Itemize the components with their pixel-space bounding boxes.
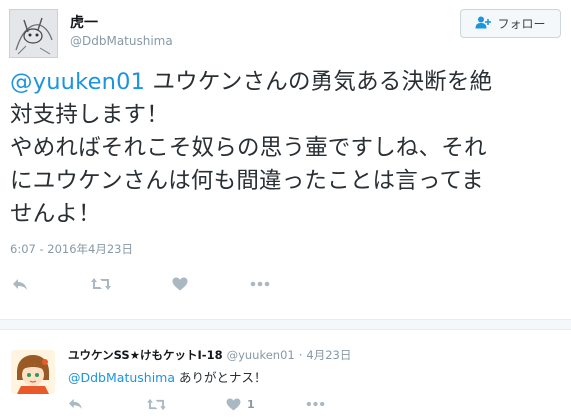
- reply-icon: [68, 398, 82, 410]
- mention-link[interactable]: @yuuken01: [10, 69, 145, 95]
- reply-more-button[interactable]: [304, 397, 326, 411]
- reply-reply-button[interactable]: [66, 397, 84, 411]
- like-button[interactable]: [171, 276, 189, 292]
- follow-button-label: フォロー: [497, 17, 546, 31]
- like-icon: [172, 277, 188, 291]
- reply-separator: ·: [298, 348, 303, 362]
- author-avatar[interactable]: [9, 9, 58, 58]
- reply-author-line: ユウケンSS★けもケットI-18 @yuuken01 · 4月23日: [68, 347, 351, 363]
- retweet-icon: [146, 398, 166, 410]
- like-count: 1: [247, 397, 255, 411]
- add-user-icon: [475, 16, 492, 32]
- reply-date[interactable]: 4月23日: [306, 348, 351, 362]
- reply-display-name[interactable]: ユウケンSS★けもケットI-18: [68, 348, 223, 362]
- reply-like-button[interactable]: 1: [226, 397, 266, 411]
- retweet-icon: [91, 278, 111, 290]
- reply-icon: [13, 278, 27, 290]
- tweet-timestamp[interactable]: 6:07 - 2016年4月23日: [10, 241, 133, 257]
- author-handle[interactable]: @DdbMatushima: [70, 34, 173, 48]
- reply-handle[interactable]: @yuuken01: [227, 348, 295, 362]
- more-button[interactable]: [249, 276, 271, 292]
- like-icon: [226, 397, 241, 411]
- tweet-text: @yuuken01 ユウケンさんの勇気ある決断を絶 対支持します！ やめればそれ…: [10, 66, 565, 231]
- conversation-divider: [0, 319, 571, 330]
- reply-retweet-button[interactable]: [145, 397, 167, 411]
- reply-button[interactable]: [10, 276, 30, 292]
- more-icon: [306, 401, 324, 407]
- follow-button[interactable]: フォロー: [460, 9, 561, 38]
- author-display-name[interactable]: 虎一: [70, 12, 98, 32]
- reply-author-avatar[interactable]: [11, 350, 55, 394]
- reply-mention-link[interactable]: @DdbMatushima: [68, 370, 175, 385]
- more-icon: [250, 281, 270, 287]
- reply-text: @DdbMatushima ありがとナス！: [68, 367, 267, 386]
- retweet-button[interactable]: [90, 276, 112, 292]
- reply-body: ありがとナス！: [175, 370, 267, 385]
